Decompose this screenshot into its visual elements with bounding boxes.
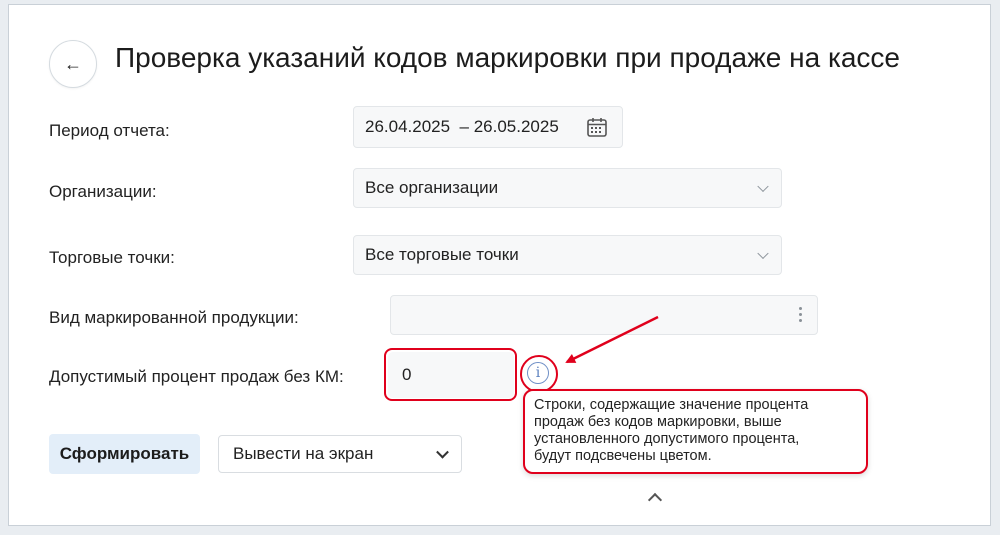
chevron-down-icon (436, 445, 449, 459)
report-panel: ← Проверка указаний кодов маркировки при… (19, 8, 980, 515)
output-mode-select[interactable]: Вывести на экран (218, 435, 462, 473)
tooltip-text: Строки, содержащие значение процента про… (534, 397, 809, 464)
generate-button[interactable]: Сформировать (49, 434, 200, 474)
info-tooltip: Строки, содержащие значение процента про… (523, 389, 868, 474)
app-window: ← Проверка указаний кодов маркировки при… (8, 4, 991, 526)
output-mode-value: Вывести на экран (233, 444, 374, 463)
